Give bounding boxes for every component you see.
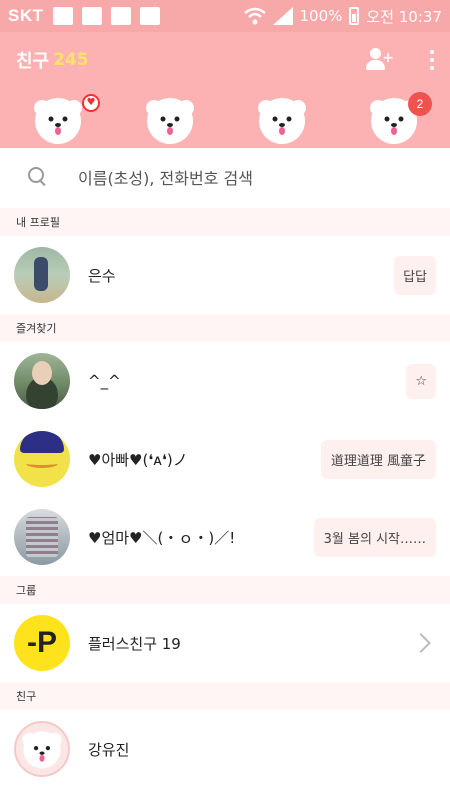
status-bar: SKT 100% 오전 10:37 xyxy=(0,0,450,32)
avatar[interactable] xyxy=(14,247,70,303)
plus-friend-logo[interactable]: -P xyxy=(14,615,70,671)
mail-icon xyxy=(110,7,131,25)
avatar[interactable] xyxy=(14,721,70,777)
search-bar[interactable] xyxy=(0,148,450,208)
dog-face-icon xyxy=(258,98,306,144)
status-message: 3월 봄의 시작…… xyxy=(313,517,436,557)
my-profile-row[interactable]: 은수 답답 xyxy=(0,236,450,314)
signal-icon xyxy=(272,7,293,25)
friend-name: ♥엄마♥＼(・ｏ・)／! xyxy=(88,528,236,547)
wifi-icon xyxy=(243,7,266,25)
clock: 오전 10:37 xyxy=(366,7,442,26)
avatar[interactable] xyxy=(14,431,70,487)
status-message: 답답 xyxy=(394,255,436,295)
friend-row[interactable]: 강유진 xyxy=(0,710,450,788)
favorite-row[interactable]: ^_^ ☆ xyxy=(0,342,450,420)
status-message: 道理道理 風童子 xyxy=(320,439,436,479)
plus-friend-logo-text: -P xyxy=(27,626,57,659)
section-favorites: 즐겨찾기 xyxy=(0,314,450,342)
section-friends: 친구 xyxy=(0,682,450,710)
battery-percent: 100% xyxy=(299,7,343,25)
facebook-icon xyxy=(52,7,73,25)
dog-face-icon xyxy=(34,98,82,144)
friend-name: ♥아빠♥(❛ᴀ❛)ノ xyxy=(88,450,188,469)
more-menu-icon[interactable] xyxy=(430,50,434,70)
search-input[interactable] xyxy=(78,168,398,188)
battery-icon xyxy=(349,7,360,25)
friend-count: 245 xyxy=(53,50,89,70)
friend-name: 강유진 xyxy=(88,740,130,759)
heart-icon: ♥ xyxy=(82,94,100,112)
gallery-icon xyxy=(81,7,102,25)
header-pets xyxy=(0,94,450,148)
app-header: 친구 245 + ♥ 2 xyxy=(0,32,450,148)
search-icon xyxy=(28,167,50,189)
add-friend-icon[interactable]: + xyxy=(366,48,394,72)
carrier-label: SKT xyxy=(8,6,44,25)
favorite-row[interactable]: ♥엄마♥＼(・ｏ・)／! 3월 봄의 시작…… xyxy=(0,498,450,576)
chevron-right-icon[interactable] xyxy=(411,633,431,653)
page-title: 친구 xyxy=(16,51,50,72)
profile-name: 은수 xyxy=(88,266,116,285)
avatar[interactable] xyxy=(14,353,70,409)
section-my-profile: 내 프로필 xyxy=(0,208,450,236)
dog-face-icon xyxy=(22,731,62,769)
plus-friend-row[interactable]: -P 플러스친구 19 xyxy=(0,604,450,682)
group-name: 플러스친구 19 xyxy=(88,634,181,653)
castle-icon xyxy=(139,7,160,25)
friend-name: ^_^ xyxy=(88,372,121,390)
status-message: ☆ xyxy=(406,363,436,399)
notification-badge: 2 xyxy=(408,92,432,116)
favorite-row[interactable]: ♥아빠♥(❛ᴀ❛)ノ 道理道理 風童子 xyxy=(0,420,450,498)
avatar[interactable] xyxy=(14,509,70,565)
dog-face-icon xyxy=(146,98,194,144)
section-groups: 그룹 xyxy=(0,576,450,604)
